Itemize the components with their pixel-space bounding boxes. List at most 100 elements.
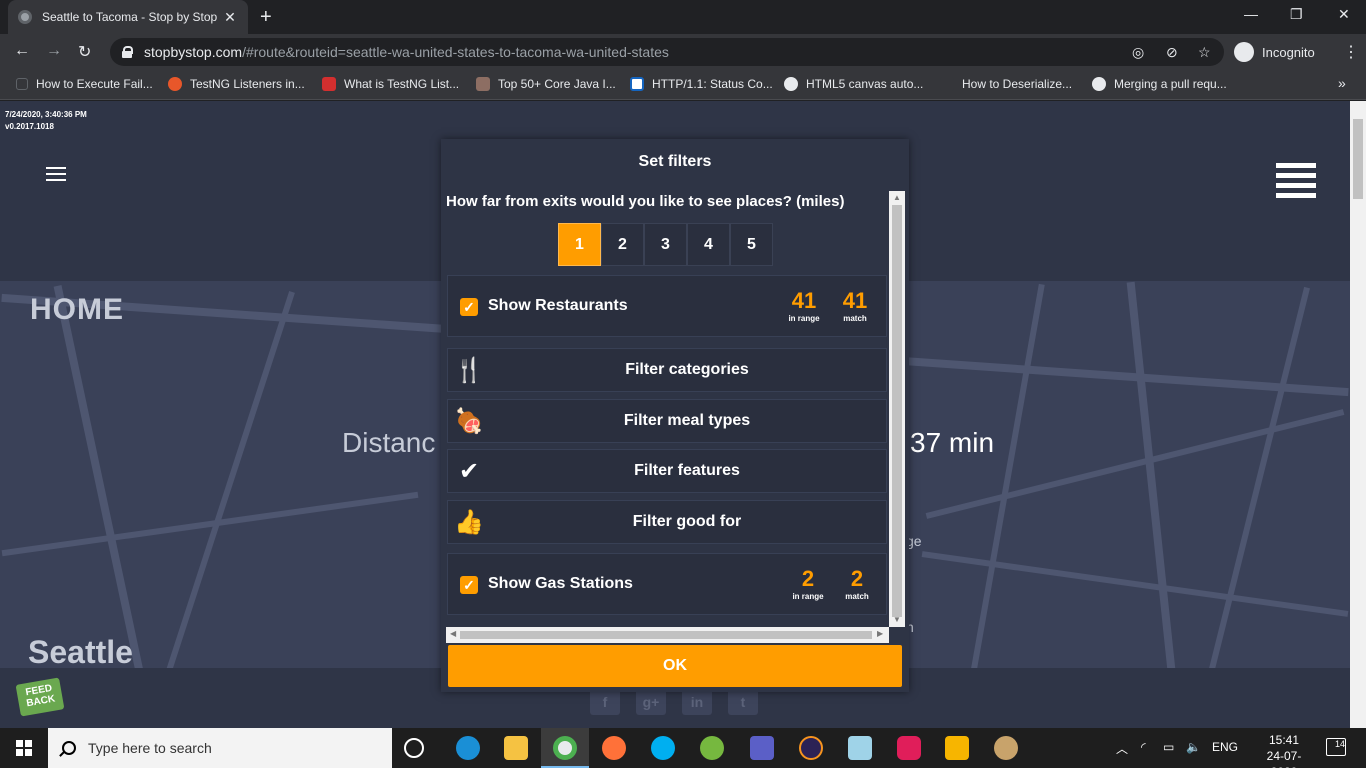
utorrent-icon[interactable] [700,736,724,760]
gas-stations-label[interactable]: Show Gas Stations [488,575,633,593]
restaurants-checkbox[interactable]: ✓ [460,298,478,316]
minimize-icon[interactable]: — [1244,6,1258,22]
windows-start-icon[interactable] [16,740,32,756]
bookmark-item[interactable]: How to Deserialize... [940,77,1072,91]
incognito-indicator[interactable]: Incognito [1234,38,1315,66]
filter-meal-types-row[interactable]: 🍖 Filter meal types [447,399,887,443]
browser-tab[interactable]: Seattle to Tacoma - Stop by Stop ✕ [8,0,248,34]
wifi-icon[interactable]: ◜ [1141,740,1146,754]
back-icon[interactable]: ← [14,42,30,60]
search-icon [62,741,76,755]
fork-knife-icon: 🍴 [454,357,484,384]
taskbar-search[interactable]: Type here to search [48,728,392,768]
browser-menu-icon[interactable]: ⋮ [1343,42,1359,62]
cortana-icon[interactable] [404,738,424,758]
clock-time: 15:41 [1268,733,1300,747]
close-window-icon[interactable]: ✕ [1338,6,1350,23]
bookmark-item[interactable]: Merging a pull requ... [1092,77,1227,91]
chrome-icon[interactable] [553,736,577,760]
file-explorer-icon[interactable] [504,736,528,760]
thumbs-up-icon: 👍 [454,509,484,536]
mile-option-4[interactable]: 4 [687,223,730,266]
lock-icon[interactable] [122,46,133,58]
filter-categories-row[interactable]: 🍴 Filter categories [447,348,887,392]
bookmark-item[interactable]: TestNG Listeners in... [168,77,305,91]
ok-button[interactable]: OK [448,645,902,687]
edge-icon[interactable] [456,736,480,760]
forward-icon[interactable]: → [46,42,62,60]
filter-features-row[interactable]: ✔ Filter features [447,449,887,493]
restaurants-in-range: 41 in range [788,288,820,323]
bookmark-item[interactable]: How to Execute Fail... [16,77,153,91]
teams-icon[interactable] [750,736,774,760]
location-icon[interactable]: ◎ [1132,44,1144,61]
notepad-icon[interactable] [848,736,872,760]
mile-selector: 1 2 3 4 5 [558,223,773,266]
filter-categories-label: Filter categories [625,361,749,378]
google-plus-icon[interactable]: g+ [636,689,666,715]
dialog-vertical-scrollbar[interactable]: ▲ ▼ [889,191,905,627]
page-scroll-thumb[interactable] [1353,119,1363,199]
timestamp: 7/24/2020, 3:40:36 PM [5,110,87,119]
origin-city-label: Seattle [28,634,133,670]
restaurants-label[interactable]: Show Restaurants [488,297,628,315]
dialog-title: Set filters [638,153,712,170]
hamburger-menu-icon[interactable] [46,167,66,181]
page-scrollbar[interactable] [1350,101,1366,728]
dialog-scroll-thumb[interactable] [892,205,902,617]
bookmark-favicon-icon [784,77,798,91]
system-clock[interactable]: 15:41 24-07-2020 [1254,732,1314,768]
facebook-icon[interactable]: f [590,689,620,715]
mile-option-1[interactable]: 1 [558,223,601,266]
close-tab-icon[interactable]: ✕ [222,9,238,26]
firefox-icon[interactable] [602,736,626,760]
bookmark-item[interactable]: HTTP/1.1: Status Co... [630,77,773,91]
bookmark-item[interactable]: Top 50+ Core Java I... [476,77,616,91]
bookmark-favicon-icon [16,78,28,90]
slack-icon[interactable] [897,736,921,760]
linkedin-icon[interactable]: in [682,689,712,715]
browser-toolbar: ← → ↻ stopbystop.com/#route&routeid=seat… [0,34,1366,70]
gas-in-range: 2 in range [792,566,824,601]
incognito-icon [1234,42,1254,62]
restore-icon[interactable]: ❐ [1290,6,1303,23]
new-tab-icon[interactable]: + [260,6,272,29]
more-bookmarks-icon[interactable]: » [1338,75,1346,91]
home-label: HOME [30,293,124,326]
paint-icon[interactable] [994,736,1018,760]
clock-date: 24-07-2020 [1266,749,1302,768]
browser-tab-bar: Seattle to Tacoma - Stop by Stop ✕ + — ❐… [0,0,1366,34]
restaurants-toggle-row: ✓ Show Restaurants 41 in range 41 match [447,275,887,337]
restaurants-match: 41 match [842,288,868,323]
build-info: 7/24/2020, 3:40:36 PM v0.2017.1018 [5,109,87,133]
bookmark-favicon-icon [322,77,336,91]
filter-good-for-row[interactable]: 👍 Filter good for [447,500,887,544]
media-player-icon[interactable] [945,736,969,760]
dialog-horizontal-scrollbar[interactable]: ◀ ▶ [446,627,889,643]
notification-center-icon[interactable]: 14 [1326,738,1346,756]
gas-stations-checkbox[interactable]: ✓ [460,576,478,594]
mile-option-5[interactable]: 5 [730,223,773,266]
incognito-label: Incognito [1262,44,1315,60]
filter-sliders-icon[interactable] [1276,161,1316,199]
language-indicator[interactable]: ENG [1212,740,1238,754]
mile-option-2[interactable]: 2 [601,223,644,266]
volume-icon[interactable]: 🔈 [1186,740,1201,754]
url-text[interactable]: stopbystop.com/#route&routeid=seattle-wa… [144,44,669,60]
eclipse-icon[interactable] [799,736,823,760]
address-bar[interactable]: stopbystop.com/#route&routeid=seattle-wa… [110,38,1224,66]
reload-icon[interactable]: ↻ [78,42,91,62]
battery-icon[interactable]: ▭ [1163,740,1174,754]
version-label: v0.2017.1018 [5,122,54,131]
star-icon[interactable]: ☆ [1198,44,1211,61]
eye-off-icon[interactable]: ⊘ [1166,44,1178,61]
twitter-icon[interactable]: t [728,689,758,715]
gas-stations-toggle-row: ✓ Show Gas Stations 2 in range 2 match [447,553,887,615]
show-hidden-icons-icon[interactable]: ︿ [1116,740,1128,757]
distance-question: How far from exits would you like to see… [446,193,845,210]
dialog-hscroll-thumb[interactable] [460,631,872,639]
bookmark-item[interactable]: What is TestNG List... [322,77,459,91]
bookmark-item[interactable]: HTML5 canvas auto... [784,77,923,91]
mile-option-3[interactable]: 3 [644,223,687,266]
skype-icon[interactable] [651,736,675,760]
